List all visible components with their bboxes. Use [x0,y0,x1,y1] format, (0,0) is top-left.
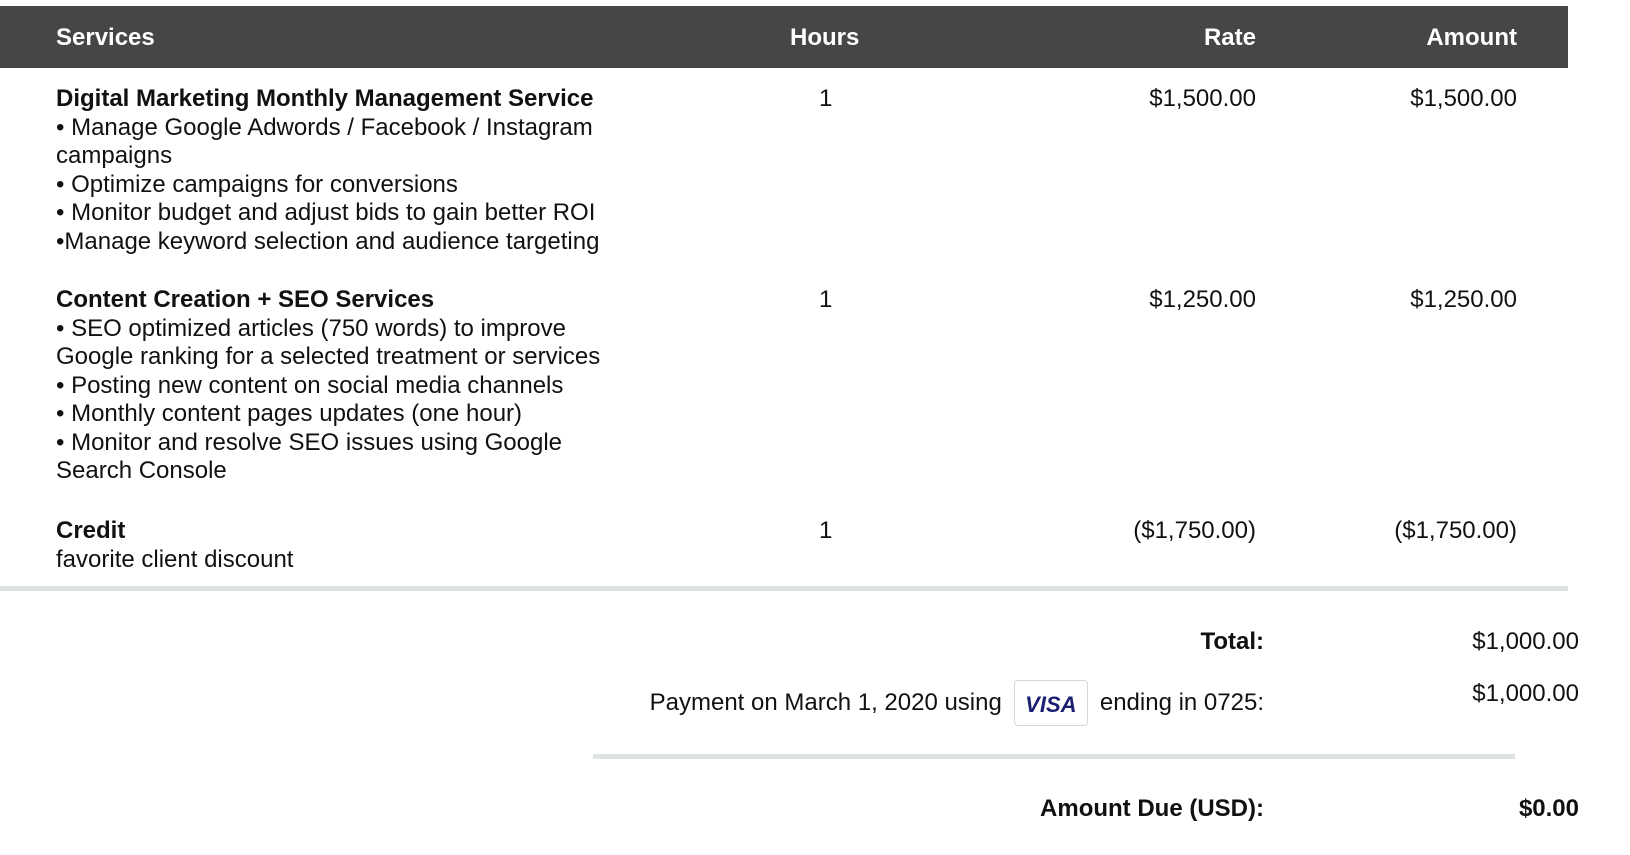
line-item-amount: $1,500.00 [1410,85,1517,112]
header-hours: Hours [790,24,860,51]
line-item-detail: • Manage Google Adwords / Facebook / Ins… [56,113,593,141]
line-item-amount: ($1,750.00) [1394,517,1517,544]
line-item-detail: • Monitor budget and adjust bids to gain… [56,199,596,226]
line-item-detail: • Monthly content pages updates (one hou… [56,400,523,427]
payment-label: Payment on March 1, 2020 using VISA endi… [650,680,1264,726]
line-item-detail: Google ranking for a selected treatment … [56,343,601,370]
line-item-detail: •Manage keyword selection and audience t… [56,227,600,255]
payment-suffix: ending in 0725: [1099,689,1264,716]
line-item-detail: • Monitor and resolve SEO issues using G… [56,428,562,456]
summary-divider [593,754,1515,759]
line-item-title: Credit [56,517,126,544]
total-label: Total: [1200,628,1264,655]
total-value: $1,000.00 [1472,628,1579,655]
line-item-description: Content Creation + SEO Services • SEO op… [56,286,656,486]
items-divider [0,586,1568,591]
header-rate: Rate [1203,24,1256,51]
amount-due-label: Amount Due (USD): [1040,795,1264,822]
header-amount: Amount [1426,24,1517,51]
visa-card-icon: VISA [1013,680,1088,726]
line-item-title: Digital Marketing Monthly Management Ser… [56,85,594,112]
line-item-detail: • SEO optimized articles (750 words) to … [56,314,566,342]
payment-prefix: Payment on March 1, 2020 using [649,689,1002,716]
card-brand-label: VISA [1025,692,1077,717]
line-item-detail: favorite client discount [56,545,294,573]
line-item-detail: Search Console [56,457,227,484]
line-item-rate: $1,500.00 [1149,85,1256,112]
line-item-hours: 1 [819,286,833,313]
line-item-rate: $1,250.00 [1149,286,1256,313]
line-item-rate: ($1,750.00) [1133,517,1256,544]
header-services: Services [56,24,155,51]
line-item-detail: • Posting new content on social media ch… [56,371,564,399]
amount-due-value: $0.00 [1518,795,1579,822]
line-item-detail: • Optimize campaigns for conversions [56,170,458,198]
line-item-description: Digital Marketing Monthly Management Ser… [56,85,656,256]
line-item-title: Content Creation + SEO Services [56,286,435,313]
line-item-description: Credit favorite client discount [56,517,656,574]
table-header: Services Hours Rate Amount [0,6,1568,68]
line-item-detail: campaigns [56,142,173,169]
line-item-amount: $1,250.00 [1410,286,1517,313]
line-item-hours: 1 [819,85,833,112]
line-item-hours: 1 [819,517,833,544]
payment-value: $1,000.00 [1472,680,1579,707]
